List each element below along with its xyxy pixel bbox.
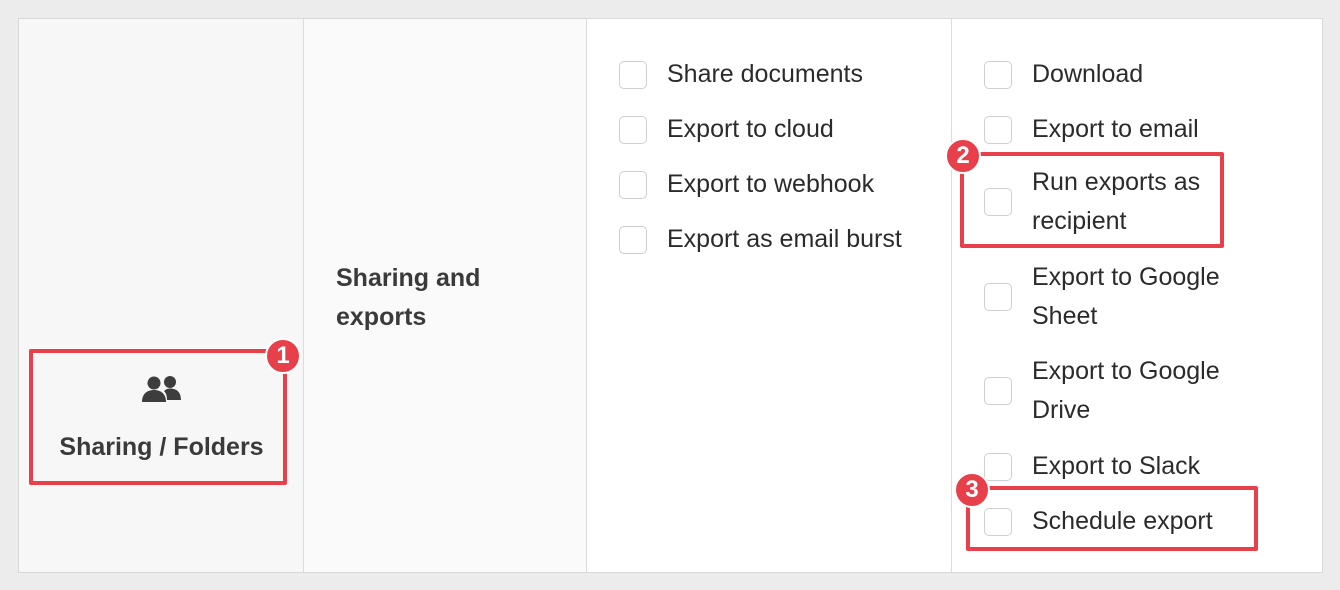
permission-export-to-google-sheet[interactable]: Export to Google Sheet xyxy=(984,258,1244,336)
group-label: Sharing and exports xyxy=(336,264,481,331)
permission-export-as-email-burst[interactable]: Export as email burst xyxy=(619,220,902,259)
download-checkbox[interactable] xyxy=(984,60,1012,89)
permission-export-to-cloud[interactable]: Export to cloud xyxy=(619,110,834,149)
permission-download[interactable]: Download xyxy=(984,55,1143,94)
callout-badge-1: 1 xyxy=(265,338,301,374)
permission-export-to-slack[interactable]: Export to Slack xyxy=(984,447,1200,486)
callout-badge-2: 2 xyxy=(945,138,981,174)
permission-label: Export to Google Drive xyxy=(1032,357,1220,424)
permission-label: Export to Google Sheet xyxy=(1032,263,1220,330)
export-to-google-drive-checkbox[interactable] xyxy=(984,377,1012,405)
permission-label: Schedule export xyxy=(1032,507,1213,535)
users-icon xyxy=(142,376,181,402)
schedule-export-checkbox[interactable] xyxy=(984,507,1012,536)
permission-share-documents[interactable]: Share documents xyxy=(619,55,863,94)
export-as-email-burst-checkbox[interactable] xyxy=(619,225,647,254)
permission-schedule-export[interactable]: Schedule export xyxy=(984,502,1213,541)
group-column: Sharing and exports xyxy=(304,19,587,572)
permission-label: Export as email burst xyxy=(667,225,902,253)
permission-export-to-google-drive[interactable]: Export to Google Drive xyxy=(984,352,1244,430)
permission-export-to-webhook[interactable]: Export to webhook xyxy=(619,165,874,204)
permission-label: Export to cloud xyxy=(667,115,834,143)
export-to-google-sheet-checkbox[interactable] xyxy=(984,283,1012,311)
callout-badge-3: 3 xyxy=(954,472,990,508)
export-to-cloud-checkbox[interactable] xyxy=(619,115,647,144)
permission-label: Export to webhook xyxy=(667,170,875,198)
permission-label: Export to email xyxy=(1032,115,1199,143)
run-exports-as-recipient-checkbox[interactable] xyxy=(984,188,1012,216)
category-column: Sharing / Folders xyxy=(19,19,304,572)
permission-label: Download xyxy=(1032,60,1144,88)
permission-label: Export to Slack xyxy=(1032,452,1201,480)
permission-label: Share documents xyxy=(667,60,863,88)
permission-run-exports-as-recipient[interactable]: Run exports as recipient xyxy=(984,163,1214,241)
permissions-column-left: Share documents Export to cloud Export t… xyxy=(587,19,952,572)
permission-label: Run exports as recipient xyxy=(1032,168,1201,235)
export-to-slack-checkbox[interactable] xyxy=(984,452,1012,481)
export-to-email-checkbox[interactable] xyxy=(984,115,1012,144)
export-to-webhook-checkbox[interactable] xyxy=(619,170,647,199)
share-documents-checkbox[interactable] xyxy=(619,60,647,89)
category-label: Sharing / Folders xyxy=(59,433,264,461)
permission-export-to-email[interactable]: Export to email xyxy=(984,110,1199,149)
permissions-column-right: Download Export to email Run exports as … xyxy=(952,19,1322,572)
permissions-panel: Sharing / Folders Sharing and exports Sh… xyxy=(18,18,1323,573)
